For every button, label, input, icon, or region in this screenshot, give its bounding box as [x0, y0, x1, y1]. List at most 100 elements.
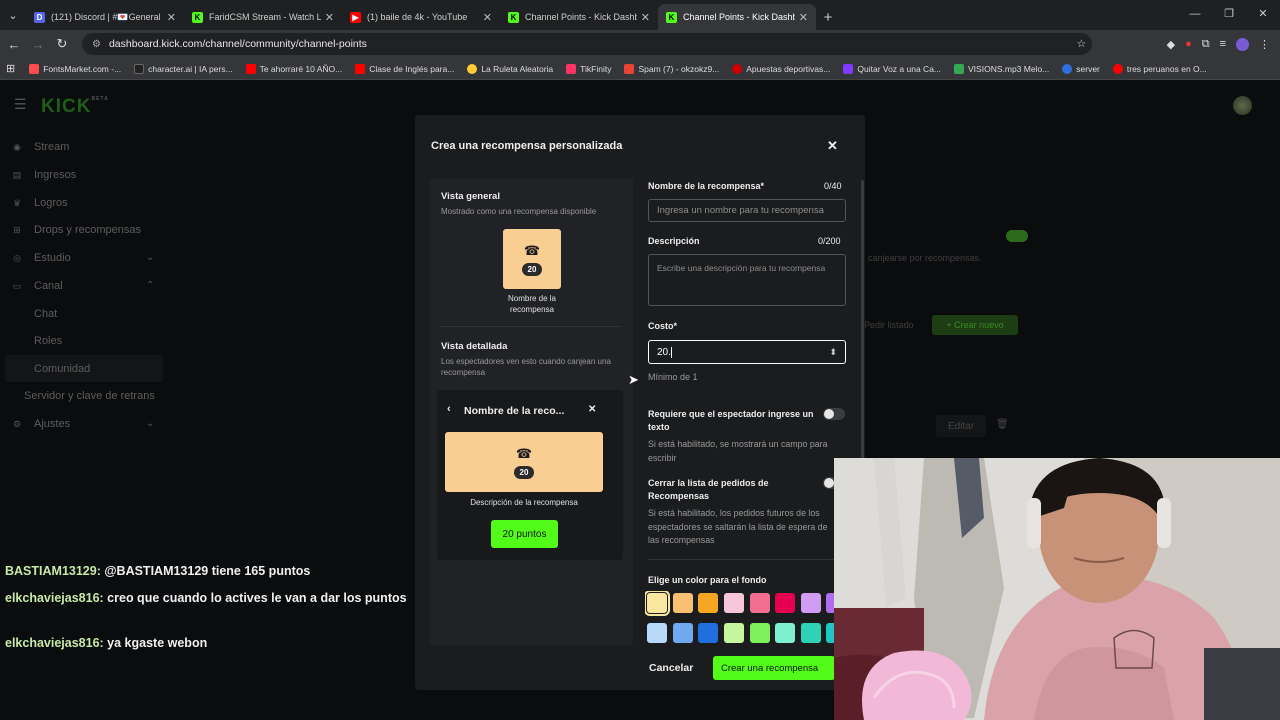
chevron-up-icon[interactable]: ⌃	[146, 280, 154, 291]
hamburger-menu-icon[interactable]: ☰	[14, 96, 27, 113]
profile-avatar[interactable]	[1236, 37, 1249, 51]
close-window-icon[interactable]: ✕	[1246, 0, 1280, 30]
reload-icon[interactable]: ↻	[50, 36, 74, 52]
color-swatch[interactable]	[750, 623, 770, 643]
sidebar-item-estudio[interactable]: ◎ Estudio	[12, 252, 71, 264]
bookmark[interactable]: tres peruanos en O...	[1112, 63, 1207, 74]
bookmark[interactable]: Spam (7) - okzokz9...	[624, 63, 719, 74]
tab-search-icon[interactable]: ⌄	[0, 0, 26, 30]
restore-icon[interactable]: ❐	[1212, 0, 1246, 30]
sidebar-item-chat[interactable]: Chat	[34, 308, 57, 320]
sidebar-item-logros[interactable]: ♛ Logros	[12, 197, 68, 209]
close-icon[interactable]: ✕	[827, 138, 838, 154]
create-reward-button[interactable]: Crear una recompensa	[713, 656, 835, 680]
bookmark[interactable]: FontsMarket.com -...	[29, 63, 121, 74]
redeem-points-button[interactable]: 20 puntos	[491, 520, 558, 548]
minimize-icon[interactable]: —	[1178, 0, 1212, 30]
color-swatch[interactable]	[750, 593, 770, 613]
color-swatch[interactable]	[775, 593, 795, 613]
description-textarea[interactable]: Escribe una descripción para tu recompen…	[648, 254, 846, 306]
close-tab-icon[interactable]: ✕	[483, 11, 492, 24]
browser-tab-active[interactable]: KChannel Points - Kick Dashboar✕	[658, 4, 816, 30]
url-field[interactable]: ⚙ dashboard.kick.com/channel/community/ch…	[82, 33, 1092, 55]
sidebar-item-stream[interactable]: ◉ Stream	[12, 141, 69, 153]
mouse-cursor-icon: ➤	[628, 372, 639, 387]
back-icon[interactable]: ←	[2, 37, 26, 52]
trash-icon[interactable]: 🗑	[996, 419, 1009, 430]
browser-tab[interactable]: KFaridCSM Stream - Watch Live✕	[184, 4, 342, 30]
bookmark[interactable]: VISIONS.mp3 Melo...	[954, 63, 1049, 74]
cost-pill: 20	[521, 262, 543, 276]
bookmark[interactable]: Te ahorraré 10 AÑO...	[245, 63, 342, 74]
color-swatch[interactable]	[724, 593, 744, 613]
browser-tab[interactable]: D (121) Discord | #💌General | ✕	[26, 4, 184, 30]
color-swatch[interactable]	[673, 593, 693, 613]
bookmark[interactable]: TikFinity	[566, 63, 611, 74]
extension-icon[interactable]: ●	[1185, 38, 1192, 50]
background-create-button[interactable]: + Crear nuevo	[932, 315, 1018, 335]
sidebar-item-ajustes[interactable]: ⚙ Ajustes	[12, 418, 70, 430]
bookmark[interactable]: Quitar Voz a una Ca...	[843, 63, 941, 74]
sidebar-item-canal[interactable]: ▭ Canal	[12, 280, 63, 292]
reward-name-input[interactable]: Ingresa un nombre para tu recompensa	[648, 199, 846, 222]
background-edit-button[interactable]: Editar	[936, 415, 986, 437]
description-label: Descripción	[648, 236, 700, 246]
color-swatch[interactable]	[775, 623, 795, 643]
color-swatch[interactable]	[801, 593, 821, 613]
sidebar-item-servidor[interactable]: Servidor y clave de retrans	[24, 390, 155, 402]
puzzle-icon[interactable]: ⧉	[1202, 38, 1210, 51]
close-tab-icon[interactable]: ✕	[799, 11, 808, 24]
menu-icon[interactable]: ⋮	[1259, 38, 1270, 51]
color-swatch[interactable]	[647, 623, 667, 643]
chevron-left-icon[interactable]: ‹	[447, 403, 451, 415]
scrollbar[interactable]	[861, 180, 864, 460]
background-edit-list[interactable]: Pedir listado	[864, 320, 914, 330]
trophy-icon: ♛	[12, 197, 22, 208]
user-avatar[interactable]	[1233, 96, 1252, 115]
tab-strip: ⌄ D (121) Discord | #💌General | ✕ K FaridCS…	[0, 0, 1280, 30]
forward-icon[interactable]: →	[26, 37, 50, 52]
webcam-overlay	[834, 458, 1280, 720]
color-swatch[interactable]	[698, 623, 718, 643]
kick-icon: K	[192, 11, 203, 23]
close-tab-icon[interactable]: ✕	[641, 11, 650, 24]
divider	[441, 326, 621, 327]
chevron-down-icon[interactable]: ⌄	[146, 252, 154, 263]
cost-input[interactable]: 20. ⬍	[648, 340, 846, 364]
extension-icon[interactable]: ◆	[1167, 38, 1175, 51]
sidebar-item-comunidad[interactable]: Comunidad	[34, 363, 90, 375]
new-tab-icon[interactable]: +	[816, 4, 840, 30]
bookmark[interactable]: La Ruleta Aleatoria	[467, 63, 553, 74]
color-swatch[interactable]	[801, 623, 821, 643]
spinner-icon[interactable]: ⬍	[829, 347, 837, 358]
browser-tab[interactable]: KChannel Points - Kick Dashboar✕	[500, 4, 658, 30]
sidebar-item-ingresos[interactable]: ▤ Ingresos	[12, 169, 76, 181]
bookmark[interactable]: server	[1062, 63, 1100, 74]
preview-panel: Vista general Mostrado como una recompen…	[430, 178, 633, 645]
browser-tab[interactable]: ▶ (1) baile de 4k - YouTube ✕	[342, 4, 500, 30]
bookmark[interactable]: Clase de Inglés para...	[355, 63, 454, 74]
background-hint: canjearse por recompensas.	[868, 253, 982, 263]
divider	[648, 559, 834, 560]
media-icon[interactable]: ≡	[1220, 38, 1226, 50]
color-swatch[interactable]	[698, 593, 718, 613]
color-swatch[interactable]	[724, 623, 744, 643]
require-text-toggle[interactable]	[823, 408, 845, 420]
color-swatch[interactable]	[673, 623, 693, 643]
close-tab-icon[interactable]: ✕	[167, 11, 176, 24]
chevron-down-icon[interactable]: ⌄	[146, 418, 154, 429]
bookmark[interactable]: character.ai | IA pers...	[134, 63, 233, 74]
sidebar-item-roles[interactable]: Roles	[34, 335, 62, 347]
bookmark-star-icon[interactable]: ☆	[1077, 38, 1086, 50]
cancel-button[interactable]: Cancelar	[649, 662, 693, 674]
close-icon[interactable]: ✕	[588, 404, 596, 415]
site-info-icon[interactable]: ⚙	[92, 39, 101, 50]
discord-icon: D	[34, 11, 45, 23]
color-swatch-selected[interactable]	[645, 591, 670, 616]
color-label: Elige un color para el fondo	[648, 575, 767, 585]
background-toggle[interactable]	[1006, 230, 1028, 242]
close-tab-icon[interactable]: ✕	[325, 11, 334, 24]
bookmark[interactable]: Apuestas deportivas...	[732, 63, 830, 74]
apps-icon[interactable]: ⊞	[6, 62, 15, 75]
sidebar-item-drops[interactable]: ⊞ Drops y recompensas	[12, 224, 141, 236]
